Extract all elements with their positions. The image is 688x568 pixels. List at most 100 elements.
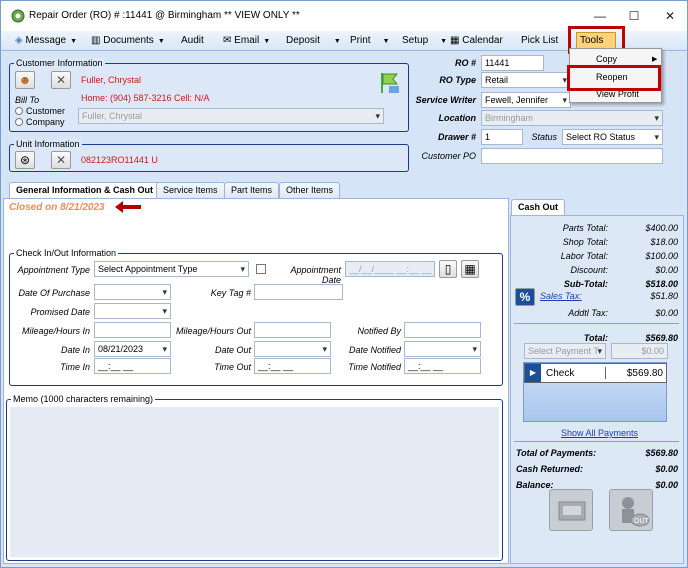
mileage-in-field[interactable] — [94, 322, 171, 338]
window-title: Repair Order (RO) # :11441 @ Birmingham … — [29, 10, 300, 21]
appt-type-select[interactable]: Select Appointment Type — [94, 261, 249, 277]
stamp-out-icon: OUT — [622, 497, 650, 527]
total-payments-label: Total of Payments: — [516, 448, 597, 458]
location-select[interactable]: Birmingham — [481, 110, 663, 126]
date-out-select[interactable] — [254, 341, 331, 357]
menu-item-copy[interactable]: Copy — [596, 54, 617, 64]
bill-to-customer-radio[interactable] — [15, 107, 23, 115]
addtl-tax-value: $0.00 — [655, 308, 678, 318]
service-writer-label: Service Writer — [415, 95, 476, 105]
cash-register-button[interactable] — [549, 489, 593, 531]
menu-documents[interactable]: ▥ Documents ▼ — [91, 34, 165, 48]
payment-amount-field[interactable]: $0.00 — [611, 343, 668, 359]
total-value: $569.80 — [645, 333, 678, 343]
time-out-label: Time Out — [214, 362, 251, 372]
memo-textarea[interactable] — [10, 407, 499, 557]
divider — [514, 441, 679, 442]
subtotal-label: Sub-Total: — [563, 279, 608, 289]
sales-tax-value: $51.80 — [650, 291, 678, 301]
mileage-out-label: Mileage/Hours Out — [175, 326, 251, 336]
tab-other-items[interactable]: Other Items — [279, 182, 341, 198]
menu-pick-list[interactable]: Pick List — [521, 34, 558, 48]
customer-clear-button[interactable]: ✕ — [51, 71, 71, 89]
cash-returned-label: Cash Returned: — [516, 464, 584, 474]
total-label: Total: — [583, 333, 608, 343]
bill-to-company-label: Company — [26, 117, 65, 127]
checkout-button[interactable]: OUT — [609, 489, 653, 531]
menu-email[interactable]: ✉ Email ▼ — [223, 34, 270, 48]
subtotal-value: $518.00 — [645, 279, 678, 289]
tab-service-items[interactable]: Service Items — [156, 182, 225, 198]
menu-deposit[interactable]: Deposit ▼ — [286, 34, 341, 48]
bill-to-company-radio[interactable] — [15, 118, 23, 126]
customer-po-field[interactable] — [481, 148, 663, 164]
balance-value: $0.00 — [655, 480, 678, 490]
app-icon — [11, 9, 25, 23]
total-payments-value: $569.80 — [645, 448, 678, 458]
documents-icon: ▥ — [91, 35, 101, 46]
notified-by-label: Notified By — [357, 326, 401, 336]
calendar-grid-icon[interactable]: ▦ — [461, 260, 479, 278]
labor-total-value: $100.00 — [645, 251, 678, 261]
menu-audit[interactable]: Audit — [181, 34, 204, 48]
notified-by-field[interactable] — [404, 322, 481, 338]
menu-message[interactable]: ◈ Message ▼ — [15, 34, 77, 48]
mileage-in-label: Mileage/Hours In — [21, 326, 90, 336]
time-notified-label: Time Notified — [348, 362, 401, 372]
sales-tax-link[interactable]: Sales Tax: — [540, 291, 582, 301]
key-tag-field[interactable] — [254, 284, 343, 300]
closed-on-text: Closed on 8/21/2023 — [9, 202, 105, 213]
divider — [514, 323, 679, 324]
mileage-out-field[interactable] — [254, 322, 331, 338]
payment-type-select[interactable]: Select Payment T — [524, 343, 606, 359]
percent-icon[interactable]: % — [515, 288, 535, 306]
date-in-label: Date In — [60, 345, 90, 355]
bill-to-label: Bill To — [15, 95, 40, 105]
date-purchase-select[interactable] — [94, 284, 171, 300]
date-notified-label: Date Notified — [348, 345, 401, 355]
time-notified-field[interactable]: __:__ __ — [404, 358, 481, 374]
status-select[interactable]: Select RO Status — [562, 129, 663, 145]
shop-total-value: $18.00 — [650, 237, 678, 247]
time-in-field[interactable]: __:__ __ — [94, 358, 171, 374]
cash-register-icon — [558, 501, 586, 521]
ro-type-select[interactable]: Retail — [481, 72, 571, 88]
service-writer-select[interactable]: Fewell, Jennifer — [481, 92, 571, 108]
drawer-label: Drawer # — [437, 132, 476, 142]
tab-part-items[interactable]: Part Items — [224, 182, 280, 198]
unit-clear-button[interactable]: ✕ — [51, 151, 71, 169]
payment-row[interactable]: ▶ Check $569.80 — [524, 363, 667, 383]
submenu-arrow-icon: ▶ — [652, 56, 658, 63]
row-pointer-icon: ▶ — [525, 364, 541, 382]
show-all-payments-link[interactable]: Show All Payments — [561, 428, 638, 438]
tab-cash-out[interactable]: Cash Out — [511, 199, 566, 216]
appt-date-field[interactable]: __/__/____ __:__ __ — [345, 261, 435, 277]
close-button[interactable]: ✕ — [661, 7, 679, 25]
menu-print[interactable]: Print ▼ — [350, 34, 390, 48]
date-purchase-label: Date Of Purchase — [18, 288, 90, 298]
drawer-field[interactable]: 1 — [481, 129, 523, 145]
balance-label: Balance: — [516, 480, 554, 490]
bill-to-select[interactable]: Fuller, Chrystal — [78, 108, 384, 124]
steering-wheel-icon: ⊛ — [19, 153, 31, 167]
key-tag-label: Key Tag # — [210, 288, 251, 298]
appt-date-checkbox[interactable] — [256, 264, 266, 274]
maximize-button[interactable]: ☐ — [625, 7, 643, 25]
date-notified-select[interactable] — [404, 341, 481, 357]
ro-number-field[interactable]: 11441 — [481, 55, 544, 71]
promised-date-select[interactable] — [94, 303, 171, 319]
time-out-field[interactable]: __:__ __ — [254, 358, 331, 374]
menu-setup[interactable]: Setup ▼ — [402, 34, 447, 48]
bill-to-customer-label: Customer — [26, 106, 66, 116]
customer-lookup-button[interactable]: ☻ — [15, 71, 35, 89]
notes-icon[interactable]: ▯ — [439, 260, 457, 278]
minimize-button[interactable]: — — [591, 7, 609, 25]
date-in-select[interactable]: 08/21/2023 — [94, 341, 171, 357]
unit-lookup-button[interactable]: ⊛ — [15, 151, 35, 169]
tab-general-info[interactable]: General Information & Cash Out — [9, 182, 161, 199]
menu-calendar[interactable]: ▦ Calendar — [450, 34, 503, 48]
svg-text:OUT: OUT — [634, 518, 650, 525]
customer-name: Fuller, Chrystal — [81, 75, 142, 85]
flag-icon[interactable] — [377, 71, 401, 95]
message-icon: ◈ — [15, 35, 23, 46]
